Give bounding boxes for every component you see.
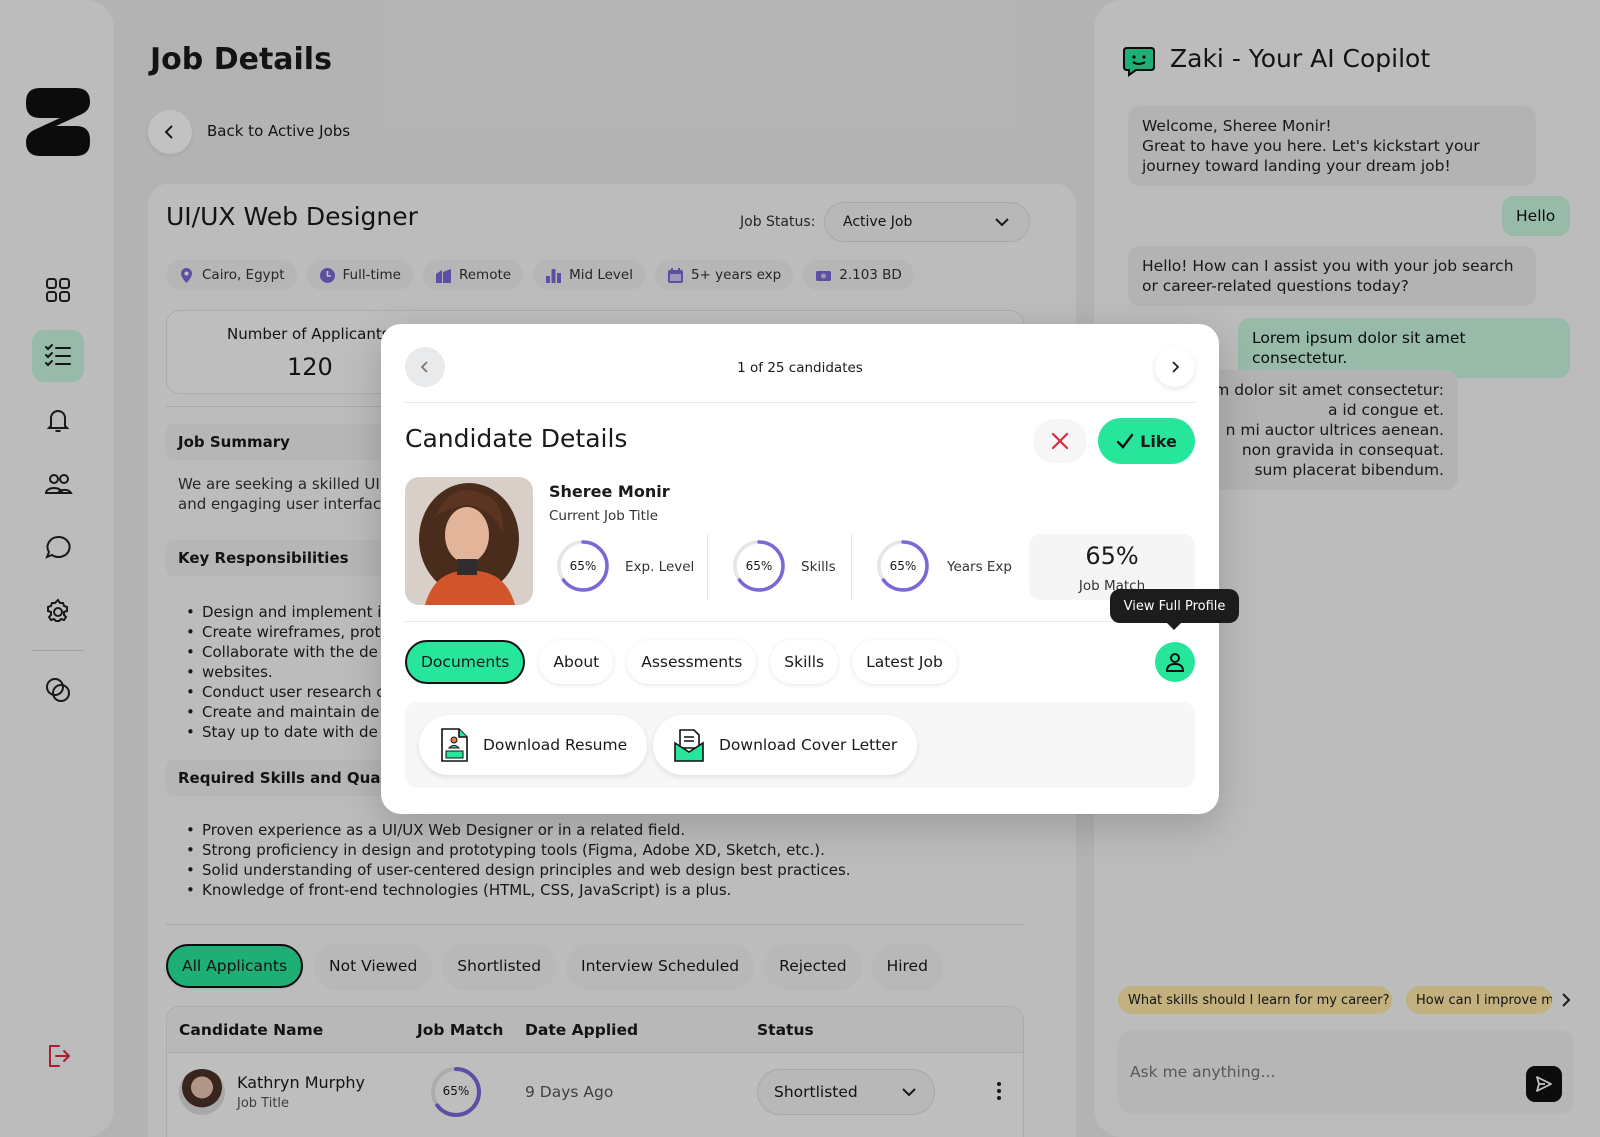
- like-button[interactable]: Like: [1098, 418, 1195, 464]
- download-resume-button[interactable]: Download Resume: [419, 715, 648, 775]
- candidate-name: Sheree Monir: [549, 482, 670, 501]
- candidate-photo: [405, 477, 533, 605]
- candidate-details-modal: 1 of 25 candidates Candidate Details Lik…: [381, 324, 1239, 814]
- view-profile-tooltip: View Full Profile: [1110, 589, 1239, 630]
- download-cover-letter-label: Download Cover Letter: [719, 736, 898, 754]
- divider: [405, 621, 1195, 622]
- exp-level-label: Exp. Level: [625, 559, 695, 575]
- skills-label: Skills: [801, 559, 836, 575]
- checkmark-icon: [1116, 433, 1134, 449]
- cover-letter-envelope-icon: [674, 729, 704, 762]
- next-candidate-button[interactable]: [1155, 347, 1195, 387]
- view-full-profile-button[interactable]: [1155, 642, 1195, 682]
- resume-document-icon: [441, 728, 468, 762]
- modal-title: Candidate Details: [405, 424, 628, 453]
- candidate-job-title: Current Job Title: [549, 508, 659, 524]
- skills-value: 65%: [745, 559, 773, 573]
- job-match-value: 65%: [1085, 542, 1139, 570]
- divider: [707, 534, 708, 600]
- reject-button[interactable]: [1033, 419, 1087, 463]
- exp-level-value: 65%: [569, 559, 597, 573]
- divider: [851, 534, 852, 600]
- documents-panel: Download Resume Download Cover Letter: [405, 702, 1195, 788]
- chevron-right-icon: [1172, 361, 1180, 373]
- close-icon: [1051, 432, 1069, 450]
- years-exp-label: Years Exp: [947, 559, 1012, 575]
- years-exp-value: 65%: [889, 559, 917, 573]
- divider: [405, 402, 1195, 403]
- tab-latest-job[interactable]: Latest Job: [852, 640, 957, 684]
- candidate-counter: 1 of 25 candidates: [737, 360, 863, 376]
- like-label: Like: [1140, 431, 1177, 451]
- tab-documents[interactable]: Documents: [405, 640, 526, 684]
- portrait-image: [405, 477, 533, 605]
- download-resume-label: Download Resume: [483, 736, 628, 754]
- previous-candidate-button[interactable]: [405, 347, 445, 387]
- tab-about[interactable]: About: [539, 640, 614, 684]
- candidate-tabs: Documents About Assessments Skills Lates…: [405, 640, 957, 684]
- tab-skills[interactable]: Skills: [770, 640, 839, 684]
- chevron-left-icon: [420, 361, 428, 373]
- download-cover-letter-button[interactable]: Download Cover Letter: [653, 715, 918, 775]
- user-icon: [1165, 653, 1185, 672]
- tab-assessments[interactable]: Assessments: [627, 640, 757, 684]
